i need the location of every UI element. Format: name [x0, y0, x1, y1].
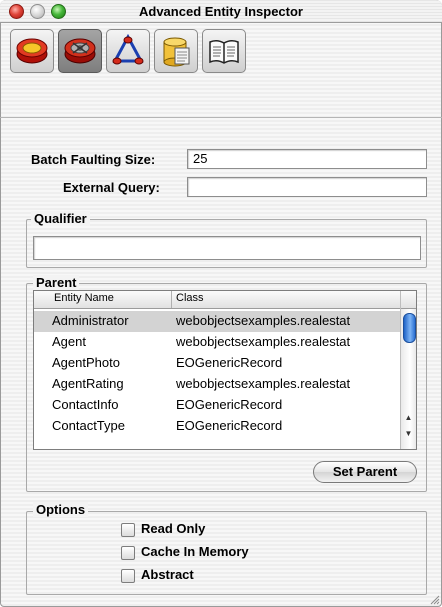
class-cell: webobjectsexamples.realestat — [176, 334, 351, 349]
table-row[interactable]: AgentRating webobjectsexamples.realestat — [34, 374, 402, 395]
inspector-window: Advanced Entity Inspector Batch Faulting… — [0, 0, 442, 607]
scrollbar-thumb[interactable] — [403, 313, 416, 343]
read-only-label[interactable]: Read Only — [141, 521, 205, 536]
parent-entity-table[interactable]: Entity Name Class Administrator webobjec… — [33, 290, 417, 450]
column-header-entity-name[interactable]: Entity Name — [54, 292, 114, 304]
entity-name-cell: Agent — [52, 334, 86, 349]
table-row[interactable]: AgentPhoto EOGenericRecord — [34, 353, 402, 374]
external-query-label: External Query: — [63, 180, 160, 195]
batch-faulting-size-label: Batch Faulting Size: — [31, 152, 156, 167]
window-title: Advanced Entity Inspector — [139, 4, 303, 19]
options-title: Options — [33, 502, 89, 517]
table-row[interactable]: Agent webobjectsexamples.realestat — [34, 332, 402, 353]
cache-in-memory-checkbox[interactable] — [121, 546, 135, 560]
scrollbar-corner — [401, 291, 416, 309]
entity-name-cell: AgentPhoto — [52, 355, 120, 370]
table-row[interactable]: Administrator webobjectsexamples.realest… — [34, 311, 402, 332]
table-row[interactable]: ContactType EOGenericRecord — [34, 416, 402, 437]
table-row[interactable]: ContactInfo EOGenericRecord — [34, 395, 402, 416]
advanced-entity-tab[interactable] — [58, 29, 102, 73]
class-cell: EOGenericRecord — [176, 355, 283, 370]
toolbar-divider — [0, 117, 442, 118]
class-cell: EOGenericRecord — [176, 397, 283, 412]
abstract-checkbox[interactable] — [121, 569, 135, 583]
database-fetch-tab[interactable] — [154, 29, 198, 73]
entity-name-cell: AgentRating — [52, 376, 124, 391]
scroll-up-arrow-icon[interactable]: ▲ — [401, 411, 416, 425]
database-fetch-icon — [163, 37, 190, 67]
parent-title: Parent — [33, 275, 80, 290]
resize-grip-icon[interactable] — [428, 593, 440, 605]
entity-attributes-tab[interactable] — [10, 29, 54, 73]
read-only-checkbox[interactable] — [121, 523, 135, 537]
user-info-book-icon — [209, 39, 239, 64]
user-info-tab[interactable] — [202, 29, 246, 73]
class-cell: EOGenericRecord — [176, 418, 283, 433]
class-cell: webobjectsexamples.realestat — [176, 313, 351, 328]
qualifier-title: Qualifier — [31, 211, 90, 226]
advanced-entity-icon — [64, 38, 96, 64]
column-header-class[interactable]: Class — [176, 292, 204, 304]
set-parent-button[interactable]: Set Parent — [313, 461, 417, 483]
column-divider[interactable] — [171, 291, 172, 308]
entity-name-cell: ContactInfo — [52, 397, 119, 412]
stored-procedures-tab[interactable] — [106, 29, 150, 73]
entity-name-cell: ContactType — [52, 418, 125, 433]
entity-attributes-icon — [16, 38, 48, 64]
stored-procedures-icon — [112, 34, 144, 65]
inspector-toolbar — [10, 29, 340, 75]
abstract-label[interactable]: Abstract — [141, 567, 194, 582]
scroll-down-arrow-icon[interactable]: ▼ — [401, 427, 416, 441]
title-bar[interactable]: Advanced Entity Inspector — [0, 0, 442, 23]
class-cell: webobjectsexamples.realestat — [176, 376, 351, 391]
qualifier-field[interactable] — [33, 236, 421, 260]
table-header: Entity Name Class — [34, 291, 402, 309]
cache-in-memory-label[interactable]: Cache In Memory — [141, 544, 249, 559]
table-scrollbar[interactable]: ▲ ▼ — [400, 291, 416, 449]
external-query-field[interactable] — [187, 177, 427, 197]
batch-faulting-size-field[interactable]: 25 — [187, 149, 427, 169]
entity-name-cell: Administrator — [52, 313, 129, 328]
